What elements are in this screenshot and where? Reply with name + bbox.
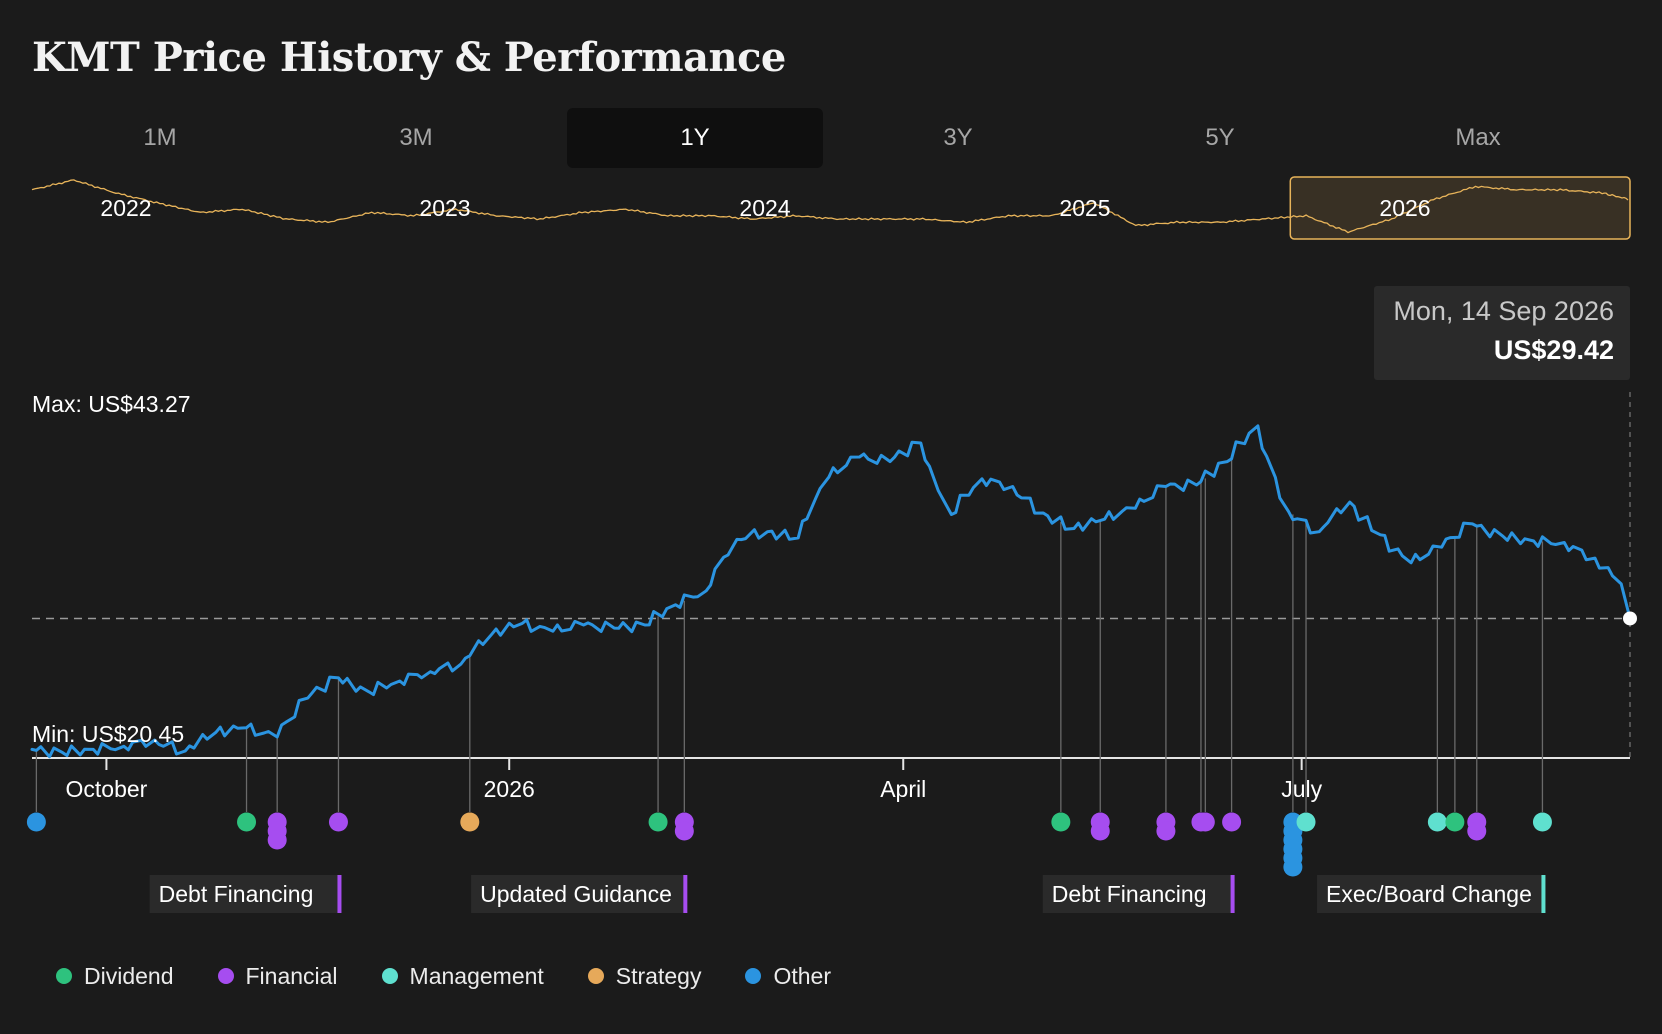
event-label-accent	[337, 875, 342, 913]
max-price-label: Max: US$43.27	[32, 391, 191, 417]
overview-year-label: 2026	[1379, 195, 1430, 221]
legend-item-strategy[interactable]: Strategy	[587, 962, 702, 990]
overview-year-label: 2022	[100, 195, 151, 221]
legend-item-management[interactable]: Management	[381, 962, 544, 990]
dividend-dot-icon	[56, 968, 72, 984]
event-label: Exec/Board Change	[1317, 875, 1546, 913]
event-label: Debt Financing	[149, 875, 342, 913]
legend-item-dividend[interactable]: Dividend	[56, 963, 174, 990]
event-marker-other	[26, 812, 46, 832]
event-marker-financial	[328, 812, 348, 832]
event-marker-financial	[1467, 821, 1487, 841]
x-axis-tick-label: July	[1281, 776, 1322, 802]
event-marker-financial	[1156, 821, 1176, 841]
tooltip-date: Mon, 14 Sep 2026	[1393, 296, 1614, 326]
x-axis-tick-label: April	[880, 776, 926, 802]
event-label: Updated Guidance	[471, 875, 688, 913]
event-marker-financial	[674, 821, 694, 841]
legend-label: Other	[773, 962, 831, 989]
legend-label: Strategy	[615, 962, 702, 989]
event-label-text: Debt Financing	[159, 881, 314, 907]
event-label-accent	[683, 875, 688, 913]
tooltip-price: US$29.42	[1493, 335, 1614, 365]
event-marker-management	[1296, 812, 1316, 832]
legend-item-other[interactable]: Other	[745, 963, 831, 990]
event-label-text: Updated Guidance	[480, 881, 672, 907]
event-marker-management	[1532, 812, 1552, 832]
event-marker-financial	[1195, 812, 1215, 832]
event-marker-dividend	[1445, 812, 1465, 832]
event-marker-other	[1283, 857, 1303, 877]
x-axis-tick-label: October	[66, 776, 148, 802]
legend-label: Financial	[245, 962, 338, 989]
x-axis-tick-label: 2026	[484, 776, 535, 802]
financial-dot-icon	[217, 968, 234, 984]
legend-item-financial[interactable]: Financial	[217, 962, 338, 990]
event-label: Debt Financing	[1042, 875, 1235, 913]
event-marker-financial	[1090, 821, 1110, 841]
event-label-accent	[1541, 875, 1546, 913]
strategy-dot-icon	[587, 968, 604, 984]
overview-year-label: 2024	[739, 195, 790, 221]
event-marker-dividend	[648, 812, 668, 832]
event-marker-dividend	[237, 812, 257, 832]
event-label-text: Debt Financing	[1052, 881, 1207, 907]
legend-label: Dividend	[84, 962, 174, 989]
overview-year-label: 2023	[419, 195, 470, 221]
price-chart[interactable]: 2022 2023 2024 2025 2026 Max: US$43.27 Min: US…	[0, 0, 1662, 1034]
overview-year-label: 2025	[1059, 195, 1110, 221]
event-label-accent	[1230, 875, 1235, 913]
min-price-label: Min: US$20.45	[32, 721, 184, 747]
legend-label: Management	[409, 962, 544, 989]
other-dot-icon	[745, 968, 762, 984]
event-label-text: Exec/Board Change	[1326, 881, 1532, 907]
event-marker-management	[1427, 812, 1447, 832]
event-marker-strategy	[460, 812, 480, 832]
legend: Dividend Financial Management Strategy O…	[56, 958, 875, 994]
event-marker-financial	[1222, 812, 1242, 832]
event-marker-dividend	[1051, 812, 1071, 832]
price-series-line	[30, 424, 1632, 759]
event-marker-financial	[267, 830, 287, 850]
hover-tooltip: Mon, 14 Sep 2026 US$29.42	[1374, 286, 1630, 380]
management-dot-icon	[381, 968, 398, 984]
current-price-point	[1623, 611, 1637, 626]
